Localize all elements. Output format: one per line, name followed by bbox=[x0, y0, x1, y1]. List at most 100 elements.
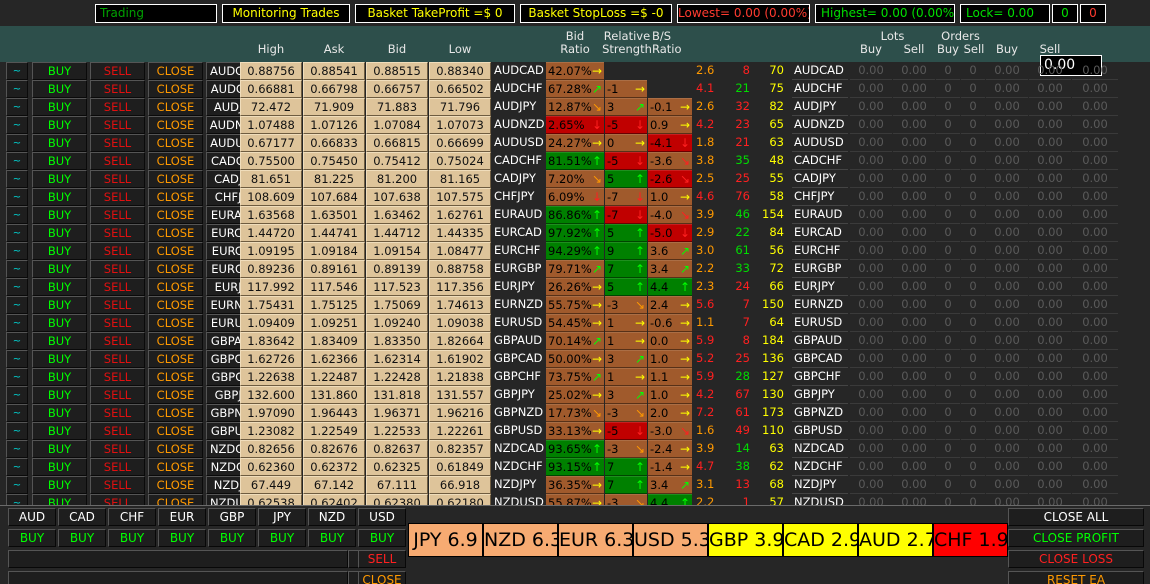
close-button[interactable]: CLOSE bbox=[148, 260, 203, 278]
close-button[interactable]: CLOSE bbox=[148, 458, 203, 476]
chart-toggle-icon[interactable]: ~ bbox=[6, 422, 28, 440]
buy-button[interactable]: BUY bbox=[32, 458, 87, 476]
chart-toggle-icon[interactable]: ~ bbox=[6, 368, 28, 386]
chart-toggle-icon[interactable]: ~ bbox=[6, 476, 28, 494]
currency-buy-button-jpy[interactable]: BUY bbox=[258, 529, 306, 547]
sell-button[interactable]: SELL bbox=[90, 170, 145, 188]
buy-button[interactable]: BUY bbox=[32, 332, 87, 350]
currency-buy-button-cad[interactable]: BUY bbox=[58, 529, 106, 547]
currency-buy-button-aud[interactable]: BUY bbox=[8, 529, 56, 547]
close-button[interactable]: CLOSE bbox=[148, 440, 203, 458]
sell-button[interactable]: SELL bbox=[90, 458, 145, 476]
buy-button[interactable]: BUY bbox=[32, 314, 87, 332]
close-loss-button[interactable]: CLOSE LOSS bbox=[1008, 550, 1144, 568]
sell-button[interactable]: SELL bbox=[90, 350, 145, 368]
sell-button[interactable]: SELL bbox=[90, 314, 145, 332]
close-button[interactable]: CLOSE bbox=[148, 386, 203, 404]
sell-button[interactable]: SELL bbox=[90, 296, 145, 314]
chart-toggle-icon[interactable]: ~ bbox=[6, 296, 28, 314]
currency-close-row-hidden[interactable] bbox=[8, 571, 348, 584]
close-button[interactable]: CLOSE bbox=[148, 188, 203, 206]
close-button[interactable]: CLOSE bbox=[148, 422, 203, 440]
currency-sell-button-usd[interactable]: SELL bbox=[358, 550, 406, 568]
chart-toggle-icon[interactable]: ~ bbox=[6, 206, 28, 224]
sell-button[interactable]: SELL bbox=[90, 404, 145, 422]
close-button[interactable]: CLOSE bbox=[148, 224, 203, 242]
close-button[interactable]: CLOSE bbox=[148, 476, 203, 494]
chart-toggle-icon[interactable]: ~ bbox=[6, 386, 28, 404]
chart-toggle-icon[interactable]: ~ bbox=[6, 134, 28, 152]
buy-button[interactable]: BUY bbox=[32, 278, 87, 296]
buy-button[interactable]: BUY bbox=[32, 350, 87, 368]
buy-button[interactable]: BUY bbox=[32, 134, 87, 152]
chart-toggle-icon[interactable]: ~ bbox=[6, 224, 28, 242]
sell-button[interactable]: SELL bbox=[90, 440, 145, 458]
chart-toggle-icon[interactable]: ~ bbox=[6, 170, 28, 188]
sell-button[interactable]: SELL bbox=[90, 242, 145, 260]
close-all-button[interactable]: CLOSE ALL bbox=[1008, 508, 1144, 526]
sell-button[interactable]: SELL bbox=[90, 188, 145, 206]
sell-button[interactable]: SELL bbox=[90, 332, 145, 350]
close-button[interactable]: CLOSE bbox=[148, 332, 203, 350]
currency-button-cad[interactable]: CAD bbox=[58, 508, 106, 526]
chart-toggle-icon[interactable]: ~ bbox=[6, 440, 28, 458]
close-button[interactable]: CLOSE bbox=[148, 116, 203, 134]
currency-button-aud[interactable]: AUD bbox=[8, 508, 56, 526]
chart-toggle-icon[interactable]: ~ bbox=[6, 242, 28, 260]
sell-button[interactable]: SELL bbox=[90, 278, 145, 296]
chart-toggle-icon[interactable]: ~ bbox=[6, 458, 28, 476]
close-button[interactable]: CLOSE bbox=[148, 314, 203, 332]
buy-button[interactable]: BUY bbox=[32, 170, 87, 188]
buy-button[interactable]: BUY bbox=[32, 386, 87, 404]
basket-stoploss-box[interactable]: Basket StopLoss =$ -0 bbox=[520, 4, 672, 23]
buy-button[interactable]: BUY bbox=[32, 152, 87, 170]
close-button[interactable]: CLOSE bbox=[148, 98, 203, 116]
buy-button[interactable]: BUY bbox=[32, 224, 87, 242]
buy-button[interactable]: BUY bbox=[32, 242, 87, 260]
close-profit-button[interactable]: CLOSE PROFIT bbox=[1008, 529, 1144, 547]
buy-button[interactable]: BUY bbox=[32, 206, 87, 224]
sell-button[interactable]: SELL bbox=[90, 260, 145, 278]
sell-button[interactable]: SELL bbox=[90, 476, 145, 494]
currency-buy-button-usd[interactable]: BUY bbox=[358, 529, 406, 547]
reset-ea-button[interactable]: RESET EA bbox=[1008, 571, 1144, 584]
close-button[interactable]: CLOSE bbox=[148, 368, 203, 386]
currency-buy-button-gbp[interactable]: BUY bbox=[208, 529, 256, 547]
basket-takeprofit-box[interactable]: Basket TakeProfit =$ 0 bbox=[355, 4, 515, 23]
buy-button[interactable]: BUY bbox=[32, 422, 87, 440]
currency-buy-button-nzd[interactable]: BUY bbox=[308, 529, 356, 547]
sell-button[interactable]: SELL bbox=[90, 62, 145, 80]
chart-toggle-icon[interactable]: ~ bbox=[6, 152, 28, 170]
currency-button-gbp[interactable]: GBP bbox=[208, 508, 256, 526]
close-button[interactable]: CLOSE bbox=[148, 278, 203, 296]
close-button[interactable]: CLOSE bbox=[148, 404, 203, 422]
chart-toggle-icon[interactable]: ~ bbox=[6, 350, 28, 368]
sell-button[interactable]: SELL bbox=[90, 206, 145, 224]
buy-button[interactable]: BUY bbox=[32, 404, 87, 422]
currency-button-nzd[interactable]: NZD bbox=[308, 508, 356, 526]
sell-button[interactable]: SELL bbox=[90, 134, 145, 152]
currency-button-chf[interactable]: CHF bbox=[108, 508, 156, 526]
currency-buy-button-eur[interactable]: BUY bbox=[158, 529, 206, 547]
chart-toggle-icon[interactable]: ~ bbox=[6, 332, 28, 350]
chart-toggle-icon[interactable]: ~ bbox=[6, 188, 28, 206]
sell-button[interactable]: SELL bbox=[90, 224, 145, 242]
chart-toggle-icon[interactable]: ~ bbox=[6, 260, 28, 278]
sell-button[interactable]: SELL bbox=[90, 116, 145, 134]
close-button[interactable]: CLOSE bbox=[148, 80, 203, 98]
close-button[interactable]: CLOSE bbox=[148, 134, 203, 152]
currency-button-usd[interactable]: USD bbox=[358, 508, 406, 526]
currency-sell-row-hidden[interactable] bbox=[8, 550, 348, 568]
chart-toggle-icon[interactable]: ~ bbox=[6, 278, 28, 296]
close-button[interactable]: CLOSE bbox=[148, 242, 203, 260]
close-button[interactable]: CLOSE bbox=[148, 206, 203, 224]
currency-buy-button-chf[interactable]: BUY bbox=[108, 529, 156, 547]
buy-button[interactable]: BUY bbox=[32, 80, 87, 98]
buy-button[interactable]: BUY bbox=[32, 476, 87, 494]
chart-toggle-icon[interactable]: ~ bbox=[6, 98, 28, 116]
buy-button[interactable]: BUY bbox=[32, 62, 87, 80]
currency-button-eur[interactable]: EUR bbox=[158, 508, 206, 526]
buy-button[interactable]: BUY bbox=[32, 260, 87, 278]
buy-button[interactable]: BUY bbox=[32, 188, 87, 206]
chart-toggle-icon[interactable]: ~ bbox=[6, 62, 28, 80]
